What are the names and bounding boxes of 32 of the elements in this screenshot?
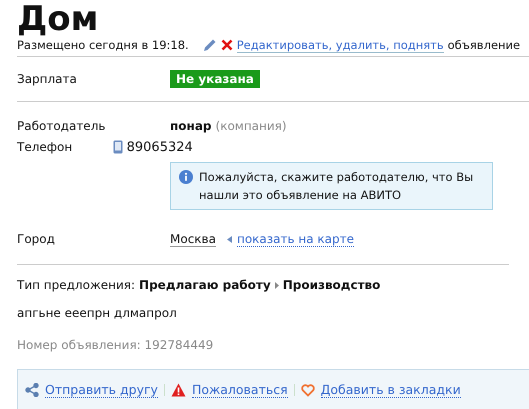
employer-name: понар bbox=[170, 119, 212, 133]
description: апгьне ееепрн длмапрол bbox=[17, 306, 177, 320]
action-link[interactable]: Отправить другу bbox=[45, 382, 158, 398]
pencil-icon bbox=[202, 38, 217, 52]
map-link[interactable]: показать на карте bbox=[236, 232, 354, 246]
employer-type: (компания) bbox=[216, 119, 287, 133]
info-icon bbox=[179, 170, 193, 184]
caret-icon bbox=[274, 282, 279, 288]
city-label: Город bbox=[17, 232, 56, 246]
posted-time: Размещено сегодня в 19:18. bbox=[17, 38, 189, 52]
phone-icon bbox=[112, 140, 123, 154]
action-link[interactable]: Пожаловаться bbox=[192, 382, 288, 398]
warning-icon bbox=[170, 383, 186, 397]
ad-number: Номер объявления: 192784449 bbox=[17, 338, 214, 352]
action-link[interactable]: Добавить в закладки bbox=[320, 382, 461, 398]
city-link[interactable]: Москва bbox=[170, 232, 216, 246]
offer-label: Тип предложения: bbox=[17, 278, 136, 292]
caret-icon bbox=[226, 236, 232, 242]
offer-subcategory: Производство bbox=[282, 278, 380, 292]
salary-badge: Не указана bbox=[170, 70, 260, 88]
posted-suffix: объявление bbox=[448, 38, 520, 52]
phone-label: Телефон bbox=[17, 140, 72, 154]
close-icon bbox=[220, 39, 233, 51]
salary-label: Зарплата bbox=[17, 72, 78, 86]
page-title: Дом bbox=[17, 0, 100, 36]
employer-label: Работодатель bbox=[17, 119, 106, 133]
heart-icon bbox=[300, 384, 315, 396]
offer-category: Предлагаю работу bbox=[139, 278, 271, 292]
edit-link[interactable]: Редактировать, удалить, поднять bbox=[236, 38, 444, 52]
share-icon bbox=[25, 383, 39, 397]
notice-text: Пожалуйста, скажите работодателю, что Вы нашли это объявление на АВИТО bbox=[199, 169, 474, 204]
phone-number: 89065324 bbox=[126, 140, 193, 154]
